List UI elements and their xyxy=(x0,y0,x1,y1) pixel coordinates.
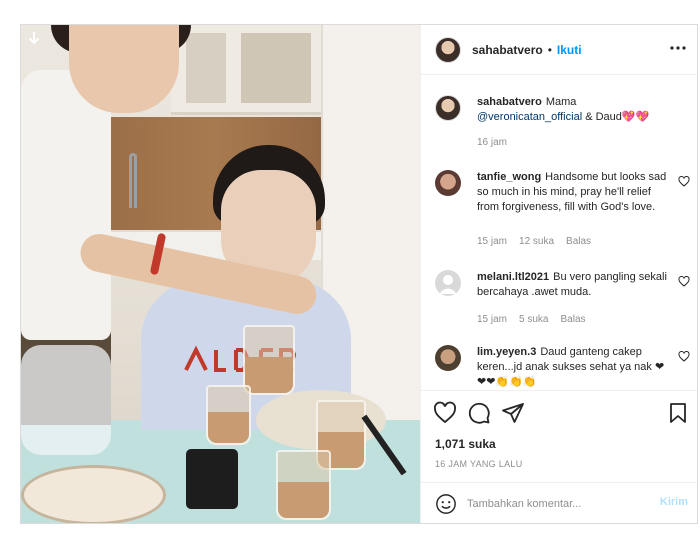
comment-username[interactable]: lim.yeyen.3 xyxy=(477,346,536,358)
comment-bubble-glyph xyxy=(468,402,490,424)
like-heart-icon[interactable] xyxy=(433,401,457,425)
woman-head xyxy=(69,25,179,113)
comment-item: lim.yeyen.3 Daud ganteng cakep keren...jd… xyxy=(435,345,690,390)
post-header: sahabatvero • Ikuti xyxy=(421,25,697,75)
comment-likes[interactable]: 5 suka xyxy=(519,314,548,325)
comment-meta: 15 jam 12 suka Balas xyxy=(477,236,603,247)
comment-item: tanfie_wong Handsome but looks sad so muc… xyxy=(435,170,690,260)
share-paper-plane-glyph xyxy=(502,403,524,423)
caption-time[interactable]: 16 jam xyxy=(477,137,507,148)
smartphone xyxy=(186,449,238,509)
emoji-smile-glyph xyxy=(436,494,456,514)
post-timestamp[interactable]: 16 JAM YANG LALU xyxy=(435,459,523,469)
glass-cup xyxy=(276,450,331,520)
more-dots-glyph xyxy=(670,46,686,50)
faucet xyxy=(129,153,137,208)
header-username[interactable]: sahabatvero xyxy=(472,43,543,57)
cup-liquid xyxy=(208,412,249,443)
follow-button[interactable]: Ikuti xyxy=(557,43,582,57)
cup-liquid xyxy=(245,356,293,393)
avatar[interactable] xyxy=(435,345,461,371)
plastic-bag xyxy=(21,345,111,455)
shelf-item xyxy=(241,33,311,103)
comment-input[interactable] xyxy=(467,495,637,513)
add-comment-bar: Kirim xyxy=(421,482,697,523)
reply-button[interactable]: Balas xyxy=(560,314,585,325)
like-count[interactable]: 1,071 suka xyxy=(435,437,496,451)
emoji-smile-icon[interactable] xyxy=(435,493,457,515)
woman-figure xyxy=(21,70,111,340)
caption-meta: 16 jam xyxy=(477,137,519,148)
caption-mention[interactable]: @veronicatan_official xyxy=(477,111,582,123)
comment-text: tanfie_wong Handsome but looks sad so muc… xyxy=(477,170,667,215)
caption-text-end: & Daud xyxy=(585,111,622,123)
glass-cup xyxy=(206,385,251,445)
comment-username[interactable]: tanfie_wong xyxy=(477,171,541,183)
heart-glyph xyxy=(678,275,690,287)
comment-item: melani.ltl2021 Bu vero pangling sekali be… xyxy=(435,270,690,345)
heart-icon[interactable] xyxy=(678,175,690,190)
header-separator: • xyxy=(547,42,552,57)
comment-likes[interactable]: 12 suka xyxy=(519,236,554,247)
arrow-down-icon[interactable] xyxy=(27,31,41,45)
avatar[interactable] xyxy=(435,36,461,63)
avatar[interactable] xyxy=(435,95,461,121)
comment-time[interactable]: 15 jam xyxy=(477,236,507,247)
caption-text: sahabatvero Mama @veronicatan_official & … xyxy=(477,95,667,125)
heart-emoji: 💖💖 xyxy=(621,111,650,123)
comment-list: sahabatvero Mama @veronicatan_official & … xyxy=(421,75,697,390)
heart-glyph xyxy=(678,350,690,362)
comment-username[interactable]: melani.ltl2021 xyxy=(477,271,549,283)
avatar[interactable] xyxy=(435,270,461,296)
avatar[interactable] xyxy=(435,170,461,196)
share-paper-plane-icon[interactable] xyxy=(501,401,525,425)
bookmark-glyph xyxy=(670,403,686,423)
ceramic-bowl xyxy=(21,465,166,523)
like-heart-glyph xyxy=(434,401,456,424)
post-video[interactable] xyxy=(21,25,420,523)
reply-button[interactable]: Balas xyxy=(566,236,591,247)
heart-icon[interactable] xyxy=(678,350,690,365)
shelf-item xyxy=(186,33,226,103)
heart-icon[interactable] xyxy=(678,275,690,290)
comment-text: melani.ltl2021 Bu vero pangling sekali be… xyxy=(477,270,667,300)
caption-text-start: Mama xyxy=(545,96,577,108)
post-comment-button[interactable]: Kirim xyxy=(660,496,688,508)
comment-text: lim.yeyen.3 Daud ganteng cakep keren...jd… xyxy=(477,345,667,390)
bookmark-icon[interactable] xyxy=(666,401,690,425)
glass-cup xyxy=(243,325,295,395)
arrow-down-glyph xyxy=(28,32,40,45)
comment-meta: 15 jam 5 suka Balas xyxy=(477,314,598,325)
post-side-panel: sahabatvero • Ikuti sahabatvero Mama @ver… xyxy=(420,25,697,523)
comment-time[interactable]: 15 jam xyxy=(477,314,507,325)
caption-username[interactable]: sahabatvero xyxy=(477,96,542,108)
cup-liquid xyxy=(278,481,329,518)
comment-bubble-icon[interactable] xyxy=(467,401,491,425)
post-window: sahabatvero • Ikuti sahabatvero Mama @ver… xyxy=(20,24,698,524)
caption: sahabatvero Mama @veronicatan_official & … xyxy=(435,95,690,155)
default-avatar-glyph xyxy=(439,275,457,294)
heart-glyph xyxy=(678,175,690,187)
more-horizontal-icon[interactable] xyxy=(670,38,686,56)
